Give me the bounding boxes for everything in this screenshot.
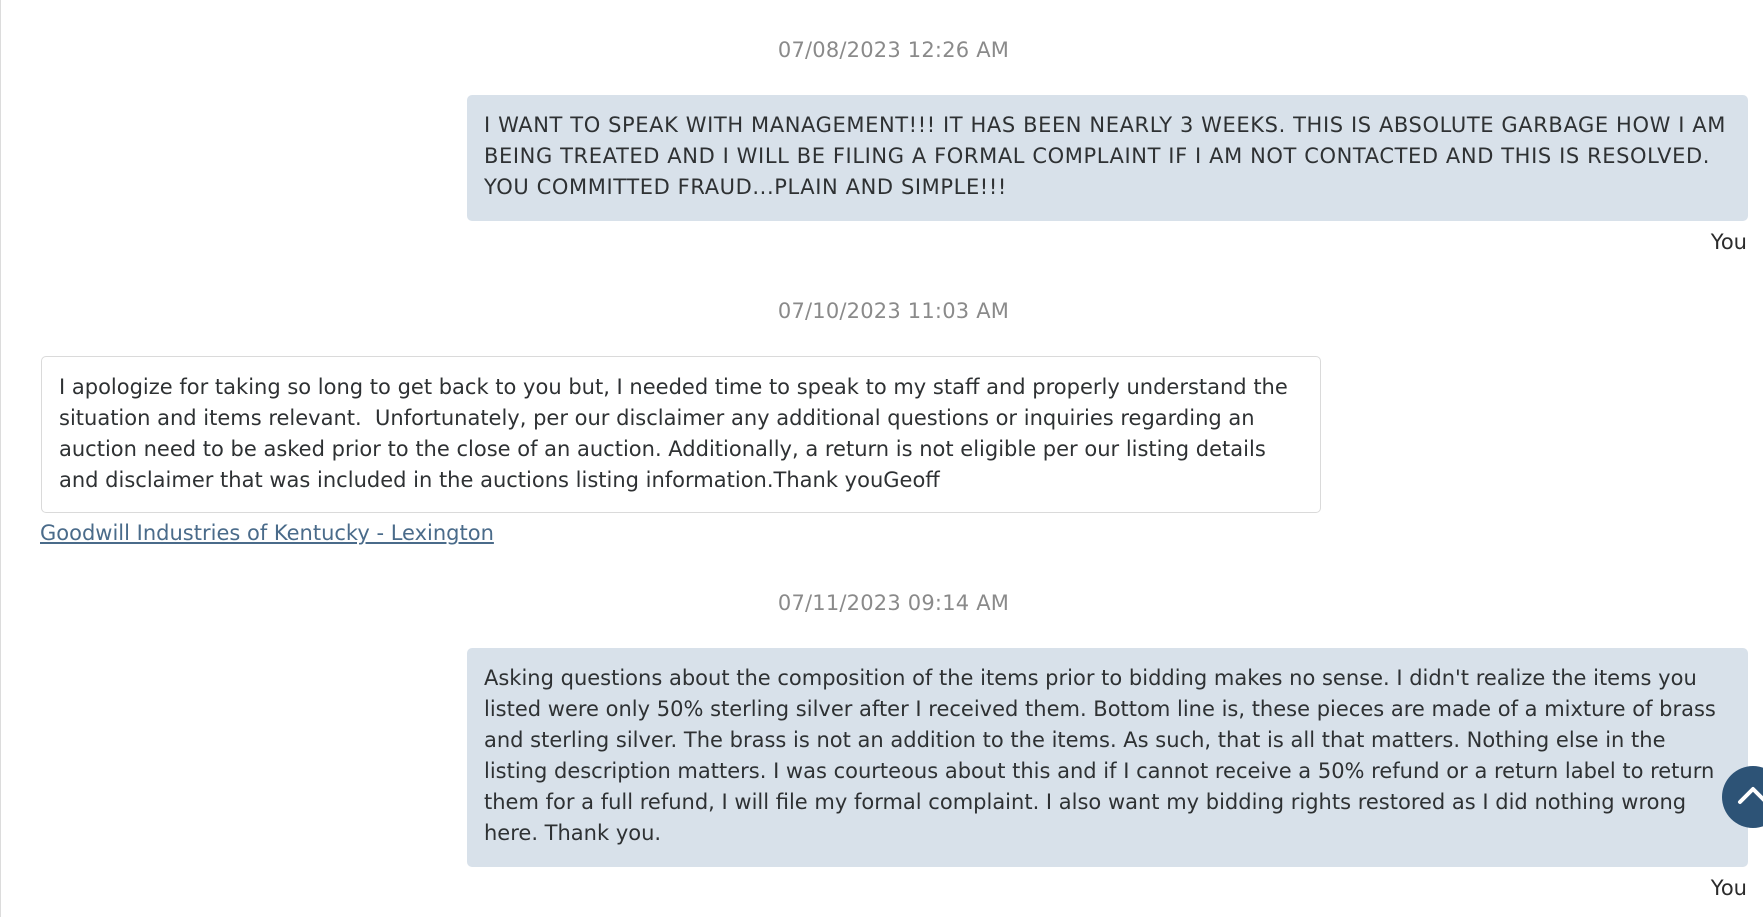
- message-timestamp: 07/08/2023 12:26 AM: [777, 38, 1010, 62]
- message-timestamp: 07/11/2023 09:14 AM: [777, 591, 1010, 615]
- message-sender: You: [1710, 230, 1747, 254]
- outgoing-message-bubble: I WANT TO SPEAK WITH MANAGEMENT!!! IT HA…: [467, 95, 1748, 221]
- chevron-up-icon: [1738, 787, 1763, 804]
- message-timestamp: 07/10/2023 11:03 AM: [777, 299, 1010, 323]
- outgoing-message-bubble: Asking questions about the composition o…: [467, 648, 1748, 867]
- message-thread: 07/08/2023 12:26 AM I WANT TO SPEAK WITH…: [0, 0, 1763, 917]
- message-sender: You: [1710, 876, 1747, 900]
- incoming-message-bubble: I apologize for taking so long to get ba…: [41, 356, 1321, 513]
- seller-profile-link[interactable]: Goodwill Industries of Kentucky - Lexing…: [40, 521, 494, 545]
